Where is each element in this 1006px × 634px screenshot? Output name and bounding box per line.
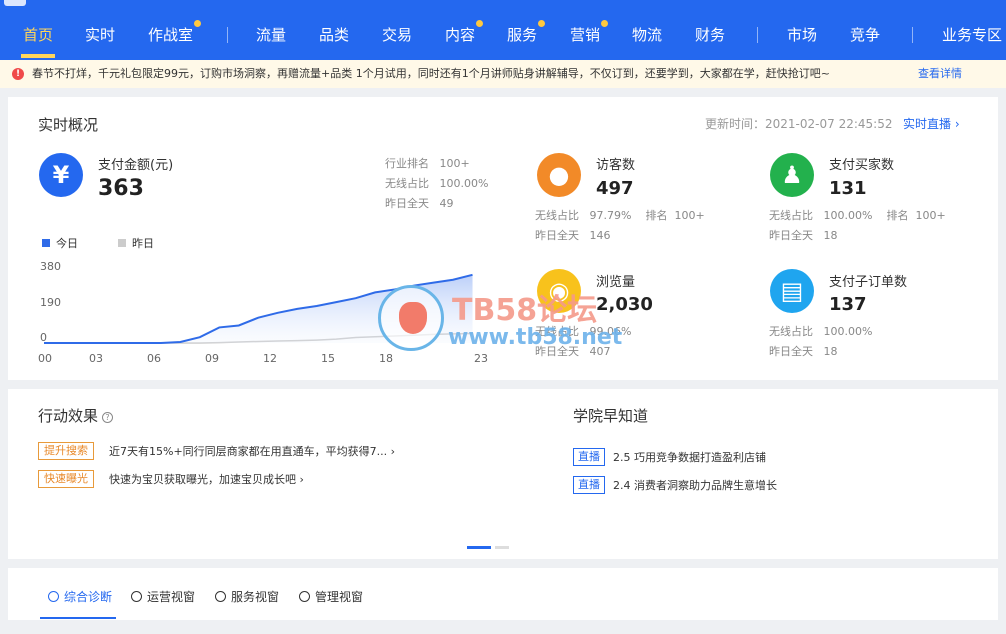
buyers-wireless: 无线占比 100.00% 排名 100+: [769, 209, 946, 222]
x-tick: 03: [89, 352, 103, 365]
academy-item[interactable]: 2.4 消费者洞察助力品牌生意增长: [613, 477, 777, 493]
realtime-overview-card: 实时概况 更新时间：2021-02-07 22:45:52 实时直播 › ¥ 支…: [8, 97, 998, 380]
new-dot-icon: [538, 20, 546, 27]
orders-label: 支付子订单数: [829, 275, 908, 290]
chevron-right-icon: ›: [299, 473, 304, 486]
x-tick: 12: [263, 352, 277, 365]
legend-yesterday: 昨日: [118, 235, 154, 251]
notice-bar: ! 春节不打烊，千元礼包限定99元，订购市场洞察，再赠流量+品类 1个月试用，同…: [0, 60, 1006, 88]
pageviews-wireless: 无线占比 99.06%: [535, 325, 632, 338]
buyers-label: 支付买家数: [829, 158, 895, 173]
nav-finance[interactable]: 财务: [695, 24, 725, 46]
carousel-dot-active[interactable]: [467, 546, 491, 549]
pageviews-value: 2,030: [596, 294, 653, 315]
pageviews-label: 浏览量: [596, 275, 636, 290]
warning-icon: !: [12, 68, 24, 80]
live-link[interactable]: 实时直播 ›: [903, 115, 960, 132]
help-icon[interactable]: ?: [102, 412, 114, 423]
academy-item[interactable]: 2.5 巧用竞争数据打造盈利店铺: [613, 449, 766, 465]
x-tick: 00: [38, 352, 52, 365]
action-item[interactable]: 近7天有15%+同行同层商家都在用直通车，平均获得7... ›: [109, 443, 395, 459]
nav-logistics[interactable]: 物流: [632, 24, 662, 46]
chevron-right-icon: ›: [954, 117, 960, 131]
nav-trade[interactable]: 交易: [382, 24, 412, 46]
notice-text: 春节不打烊，千元礼包限定99元，订购市场洞察，再赠流量+品类 1个月试用，同时还…: [32, 67, 830, 80]
carousel-dots[interactable]: [467, 534, 513, 553]
visitors-label: 访客数: [596, 158, 636, 173]
nav-category[interactable]: 品类: [319, 24, 349, 46]
visitors-value: 497: [596, 178, 634, 199]
clipboard-icon: ▤: [770, 269, 814, 313]
visitors-wireless: 无线占比 97.79% 排名 100+: [535, 209, 705, 222]
nav-business-zone[interactable]: 业务专区: [942, 24, 1002, 46]
nav-content[interactable]: 内容: [445, 20, 484, 46]
tab-diagnosis[interactable]: 综合诊断: [39, 588, 117, 619]
payment-value: 363: [98, 176, 144, 201]
section-title: 实时概况: [38, 116, 99, 134]
payment-label: 支付金额(元): [98, 158, 174, 173]
nav-divider: [912, 27, 913, 43]
diagnosis-icon: [48, 591, 59, 602]
x-tick: 18: [379, 352, 393, 365]
tab-operation[interactable]: 运营视窗: [131, 588, 195, 605]
nav-divider: [227, 27, 228, 43]
top-nav: 首页 实时 作战室 流量 品类 交易 内容 服务 营销 物流 财务 市场 竞争 …: [0, 0, 1006, 60]
series-area-today: [44, 274, 473, 343]
legend-swatch: [42, 239, 50, 247]
x-tick: 06: [147, 352, 161, 365]
orders-value: 137: [829, 294, 867, 315]
nav-realtime[interactable]: 实时: [85, 24, 115, 46]
eye-icon: ◉: [537, 269, 581, 313]
live-tag: 直播: [573, 448, 605, 466]
chevron-right-icon: ›: [390, 445, 396, 458]
new-dot-icon: [194, 20, 202, 27]
pageviews-yesterday: 昨日全天 407: [535, 345, 611, 358]
payment-yesterday: 昨日全天 49: [385, 197, 454, 210]
yuan-icon: ¥: [39, 153, 83, 197]
nav-market[interactable]: 市场: [787, 24, 817, 46]
nav-service[interactable]: 服务: [507, 20, 546, 46]
action-tag: 提升搜索: [38, 442, 94, 460]
headset-icon: [215, 591, 226, 602]
payment-rank: 行业排名 100+: [385, 157, 470, 170]
action-tag: 快速曝光: [38, 470, 94, 488]
actions-title: 行动效果?: [38, 405, 114, 426]
nav-war-room[interactable]: 作战室: [148, 20, 202, 46]
orders-yesterday: 昨日全天 18: [769, 345, 838, 358]
buyers-yesterday: 昨日全天 18: [769, 229, 838, 242]
nav-divider: [757, 27, 758, 43]
logo-corner: [4, 0, 26, 6]
legend-swatch: [118, 239, 126, 247]
nav-competition[interactable]: 竞争: [850, 24, 880, 46]
x-tick: 15: [321, 352, 335, 365]
carousel-dot[interactable]: [495, 546, 509, 549]
academy-title: 学院早知道: [573, 407, 649, 425]
buyers-value: 131: [829, 178, 867, 199]
payment-trend-chart: [44, 273, 473, 344]
update-time: 更新时间：2021-02-07 22:45:52: [705, 117, 893, 131]
x-tick: 23: [474, 352, 488, 365]
x-tick: 09: [205, 352, 219, 365]
nav-home[interactable]: 首页: [20, 24, 56, 58]
nav-marketing[interactable]: 营销: [570, 20, 609, 46]
users-icon: ♟: [770, 153, 814, 197]
nav-traffic[interactable]: 流量: [256, 24, 286, 46]
live-tag: 直播: [573, 476, 605, 494]
manage-icon: [299, 591, 310, 602]
paw-icon: ●: [537, 153, 581, 197]
notice-detail-link[interactable]: 查看详情: [918, 60, 962, 88]
payment-wireless: 无线占比 100.00%: [385, 177, 489, 190]
orders-wireless: 无线占比 100.00%: [769, 325, 873, 338]
tab-service[interactable]: 服务视窗: [215, 588, 279, 605]
new-dot-icon: [476, 20, 484, 27]
tabs-card: 综合诊断 运营视窗 服务视窗 管理视窗: [8, 568, 998, 620]
tab-manage[interactable]: 管理视窗: [299, 588, 363, 605]
visitors-yesterday: 昨日全天 146: [535, 229, 611, 242]
legend-today: 今日: [42, 235, 78, 251]
new-dot-icon: [601, 20, 609, 27]
action-item[interactable]: 快速为宝贝获取曝光，加速宝贝成长吧 ›: [109, 471, 304, 487]
operation-icon: [131, 591, 142, 602]
